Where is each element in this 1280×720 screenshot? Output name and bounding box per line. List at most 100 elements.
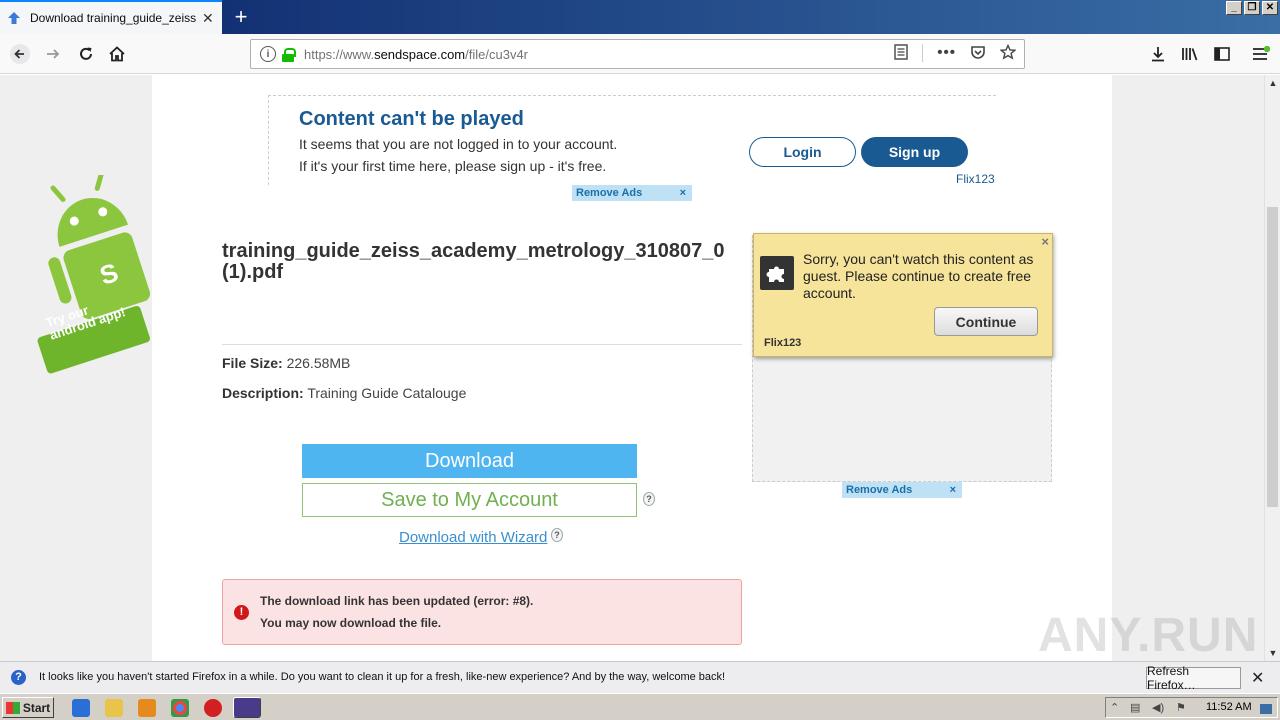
new-tab-button[interactable]: + bbox=[228, 4, 254, 30]
guest-warning-popup: × Sorry, you can't watch this content as… bbox=[753, 233, 1053, 357]
file-size-value: 226.58MB bbox=[286, 355, 351, 371]
remove-ads-link-top[interactable]: Remove Ads × bbox=[572, 185, 692, 201]
main-page-content: Content can't be played It seems that yo… bbox=[152, 75, 1112, 661]
remove-ads-close-icon[interactable]: × bbox=[680, 185, 686, 201]
banner-heading: Content can't be played bbox=[299, 108, 524, 130]
network-icon[interactable]: ▤ bbox=[1130, 701, 1144, 715]
file-description-label: Description: bbox=[222, 385, 304, 401]
download-button[interactable]: Download bbox=[302, 444, 637, 478]
tray-expand-icon[interactable]: ⌃ bbox=[1110, 701, 1124, 715]
anyrun-watermark: ANY.RUN bbox=[1038, 609, 1259, 662]
wizard-help-icon[interactable]: ? bbox=[551, 528, 563, 542]
system-tray: ⌃ ▤ ◀) ⚑ 11:52 AM bbox=[1105, 697, 1278, 718]
close-window-icon[interactable]: ✕ bbox=[1262, 1, 1278, 15]
page-actions-icon[interactable]: ••• bbox=[937, 44, 956, 64]
file-size-label: File Size: bbox=[222, 355, 283, 371]
android-robot-icon: S bbox=[37, 171, 151, 374]
scroll-thumb[interactable] bbox=[1267, 207, 1278, 507]
site-info-icon[interactable]: i bbox=[260, 46, 276, 62]
remove-ads-link-right[interactable]: Remove Ads × bbox=[842, 482, 962, 498]
android-app-promo[interactable]: S Try our android app! bbox=[36, 171, 152, 375]
firefox-refresh-notification: ? It looks like you haven't started Fire… bbox=[0, 661, 1280, 693]
file-title-line-1: training_guide_zeiss_academy_metrology_3… bbox=[222, 241, 725, 262]
downloads-icon[interactable] bbox=[1146, 42, 1170, 66]
login-button[interactable]: Login bbox=[749, 137, 856, 167]
tab-active[interactable]: Download training_guide_zeiss_ac ✕ bbox=[0, 0, 222, 34]
url-text[interactable]: https://www.sendspace.com/file/cu3v4r bbox=[304, 47, 528, 62]
popup-brand: Flix123 bbox=[764, 337, 802, 349]
tab-close-icon[interactable]: ✕ bbox=[202, 10, 214, 27]
remove-ads-label: Remove Ads bbox=[576, 187, 643, 199]
menu-hamburger-icon[interactable] bbox=[1249, 42, 1273, 66]
file-description-row: Description: Training Guide Catalouge bbox=[222, 385, 466, 401]
browser-tab-strip: Download training_guide_zeiss_ac ✕ + _ ❐… bbox=[0, 0, 1280, 34]
error-line-1: The download link has been updated (erro… bbox=[260, 594, 534, 608]
question-icon: ? bbox=[11, 670, 26, 685]
chrome-icon[interactable] bbox=[171, 699, 189, 717]
window-controls: _ ❐ ✕ bbox=[1226, 1, 1278, 15]
reader-view-icon[interactable] bbox=[894, 44, 908, 64]
notification-close-icon[interactable]: ✕ bbox=[1251, 668, 1264, 688]
banner-line-2: If it's your first time here, please sig… bbox=[299, 158, 607, 174]
notification-text: It looks like you haven't started Firefo… bbox=[39, 671, 726, 683]
media-player-icon[interactable] bbox=[138, 699, 156, 717]
tab-title: Download training_guide_zeiss_ac bbox=[30, 11, 196, 25]
signup-button[interactable]: Sign up bbox=[861, 137, 968, 167]
back-arrow-icon bbox=[10, 44, 30, 64]
flix123-link[interactable]: Flix123 bbox=[956, 172, 995, 186]
forward-button[interactable] bbox=[39, 40, 67, 68]
back-button[interactable] bbox=[6, 40, 34, 68]
save-help-icon[interactable]: ? bbox=[643, 492, 655, 506]
pocket-icon[interactable] bbox=[970, 44, 986, 64]
error-line-2: You may now download the file. bbox=[260, 616, 442, 630]
show-desktop-icon[interactable] bbox=[1260, 704, 1272, 714]
forward-arrow-icon bbox=[47, 49, 60, 59]
continue-button[interactable]: Continue bbox=[934, 307, 1038, 336]
address-bar[interactable]: i https://www.sendspace.com/file/cu3v4r … bbox=[250, 39, 1025, 69]
file-title-line-2: (1).pdf bbox=[222, 261, 284, 283]
page-viewport: S Try our android app! Content can't be … bbox=[0, 75, 1264, 661]
library-icon[interactable] bbox=[1178, 42, 1202, 66]
scroll-up-arrow-icon[interactable]: ▲ bbox=[1265, 75, 1280, 91]
volume-icon[interactable]: ◀) bbox=[1152, 701, 1166, 715]
error-icon: ! bbox=[234, 605, 249, 620]
url-divider bbox=[922, 44, 924, 62]
bookmark-star-icon[interactable] bbox=[999, 43, 1017, 64]
windows-taskbar: Start ⌃ ▤ ◀) ⚑ 11:52 AM bbox=[0, 693, 1280, 720]
remove-ads-close-icon[interactable]: × bbox=[950, 482, 956, 498]
sendspace-favicon-icon bbox=[6, 10, 22, 26]
reload-button[interactable] bbox=[72, 40, 100, 68]
start-label: Start bbox=[22, 700, 51, 715]
page-scrollbar[interactable]: ▲ ▼ bbox=[1264, 75, 1280, 661]
save-to-account-button[interactable]: Save to My Account bbox=[302, 483, 637, 517]
minimize-icon[interactable]: _ bbox=[1226, 1, 1242, 15]
clock[interactable]: 11:52 AM bbox=[1206, 701, 1252, 713]
opera-icon[interactable] bbox=[204, 699, 222, 717]
title-divider bbox=[222, 344, 742, 345]
firefox-taskbar-button[interactable] bbox=[233, 697, 261, 718]
start-button[interactable]: Start bbox=[2, 697, 54, 718]
popup-close-icon[interactable]: × bbox=[1041, 234, 1049, 249]
remove-ads-label: Remove Ads bbox=[846, 484, 913, 496]
scroll-down-arrow-icon[interactable]: ▼ bbox=[1265, 645, 1280, 661]
file-description-value: Training Guide Catalouge bbox=[307, 385, 467, 401]
refresh-firefox-button[interactable]: Refresh Firefox… bbox=[1146, 664, 1241, 692]
download-with-wizard-link[interactable]: Download with Wizard bbox=[399, 529, 547, 546]
home-icon bbox=[109, 46, 125, 62]
action-center-flag-icon[interactable]: ⚑ bbox=[1176, 701, 1190, 715]
file-title: training_guide_zeiss_academy_metrology_3… bbox=[222, 241, 762, 283]
sidebar-icon[interactable] bbox=[1210, 42, 1234, 66]
popup-message: Sorry, you can't watch this content as g… bbox=[803, 251, 1034, 301]
internet-explorer-icon[interactable] bbox=[72, 699, 90, 717]
plugin-puzzle-icon bbox=[760, 256, 794, 290]
reload-icon bbox=[80, 47, 92, 60]
navigation-toolbar: i https://www.sendspace.com/file/cu3v4r … bbox=[0, 34, 1280, 74]
secure-lock-icon[interactable] bbox=[282, 47, 296, 62]
home-button[interactable] bbox=[103, 40, 131, 68]
restore-icon[interactable]: ❐ bbox=[1244, 1, 1260, 15]
error-notice: ! The download link has been updated (er… bbox=[222, 579, 742, 645]
file-size-row: File Size: 226.58MB bbox=[222, 355, 350, 371]
file-explorer-icon[interactable] bbox=[105, 699, 123, 717]
login-required-banner: Content can't be played It seems that yo… bbox=[268, 95, 996, 186]
banner-line-1: It seems that you are not logged in to y… bbox=[299, 136, 618, 152]
